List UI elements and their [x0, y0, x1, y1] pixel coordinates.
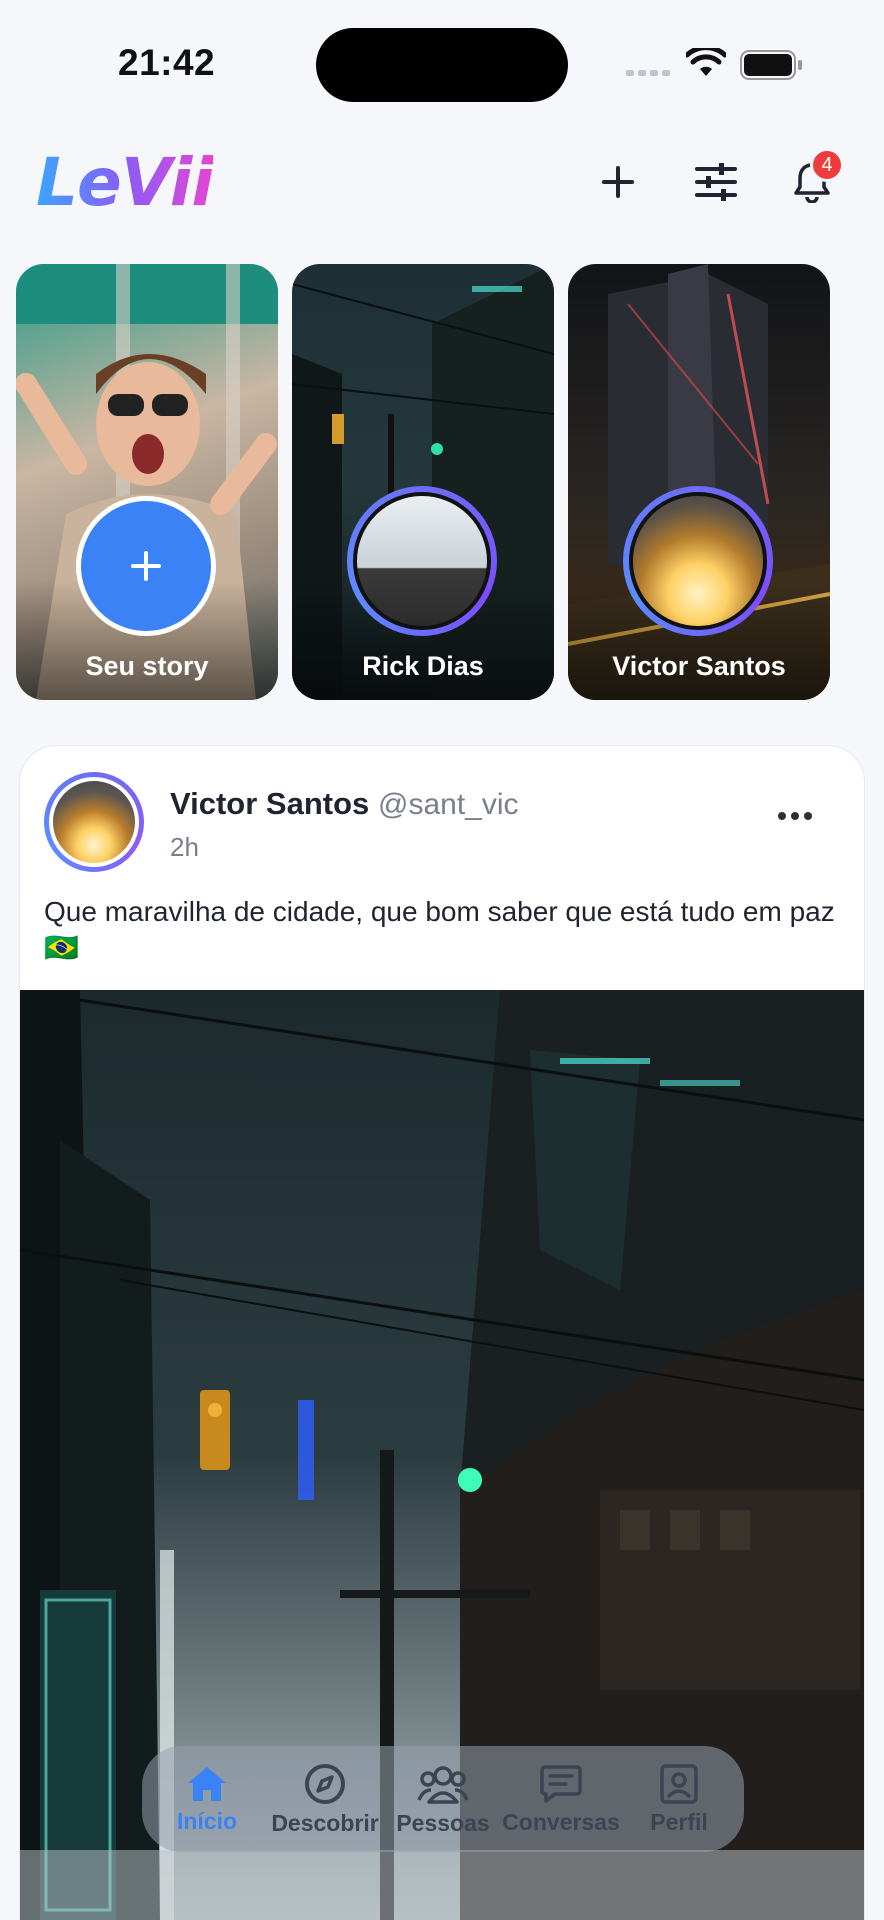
compass-icon — [305, 1763, 345, 1804]
dot — [778, 812, 786, 820]
story-avatar-victor — [623, 486, 773, 636]
nav-item-conversas[interactable]: Conversas — [502, 1763, 620, 1836]
add-post-button[interactable] — [590, 154, 646, 210]
post-card: Victor Santos @sant_vic 2h Que maravilha… — [20, 746, 864, 1920]
bottom-navigation: Início Descobrir Pessoas Conversas Perfi… — [142, 1746, 744, 1852]
nav-item-inicio[interactable]: Início — [149, 1764, 265, 1835]
avatar — [353, 492, 491, 630]
nav-label: Pessoas — [396, 1809, 490, 1836]
story-victor-santos[interactable]: Victor Santos — [568, 264, 830, 700]
post-timestamp: 2h — [170, 832, 199, 862]
more-options-button[interactable] — [778, 812, 812, 820]
home-icon — [188, 1766, 226, 1801]
story-rick-dias[interactable]: Rick Dias — [292, 264, 554, 700]
story-own[interactable]: Seu story — [16, 264, 278, 700]
status-time: 21:42 — [118, 42, 216, 83]
story-avatar-rick — [347, 486, 497, 636]
dynamic-island — [316, 28, 568, 102]
battery-icon — [740, 50, 802, 80]
nav-label: Descobrir — [271, 1809, 379, 1836]
dot — [804, 812, 812, 820]
plus-icon — [131, 551, 161, 581]
stories-row: Seu story Rick Dias Victor Santos — [0, 264, 884, 700]
app-header: LeVii — [0, 130, 884, 230]
nav-label: Perfil — [650, 1808, 708, 1835]
story-label: Seu story — [85, 651, 209, 681]
post-author-handle[interactable]: @sant_vic — [378, 788, 519, 822]
nav-item-descobrir[interactable]: Descobrir — [267, 1762, 383, 1837]
nav-label: Conversas — [502, 1808, 620, 1835]
dot — [791, 812, 799, 820]
wifi-icon — [686, 48, 726, 76]
people-icon — [417, 1765, 469, 1804]
post-text: Que maravilha de cidade, que bom saber q… — [44, 896, 835, 963]
post-author-avatar[interactable] — [44, 772, 144, 872]
profile-icon — [660, 1763, 698, 1804]
plus-icon — [602, 166, 634, 198]
status-bar: 21:42 — [0, 0, 884, 120]
nav-label: Início — [176, 1807, 238, 1834]
nav-item-pessoas[interactable]: Pessoas — [385, 1762, 501, 1837]
chat-icon — [540, 1764, 582, 1803]
app-logo: LeVii — [36, 144, 214, 221]
nav-item-perfil[interactable]: Perfil — [621, 1763, 737, 1836]
avatar — [49, 777, 139, 867]
avatar — [629, 492, 767, 630]
sliders-icon — [695, 163, 737, 201]
filter-button[interactable] — [688, 154, 744, 210]
story-label: Victor Santos — [612, 651, 786, 681]
notification-badge: 4 — [810, 148, 844, 182]
post-author-name[interactable]: Victor Santos — [170, 786, 369, 822]
add-story-button[interactable] — [76, 496, 216, 636]
signal-icon — [626, 70, 670, 76]
story-label: Rick Dias — [362, 651, 484, 681]
